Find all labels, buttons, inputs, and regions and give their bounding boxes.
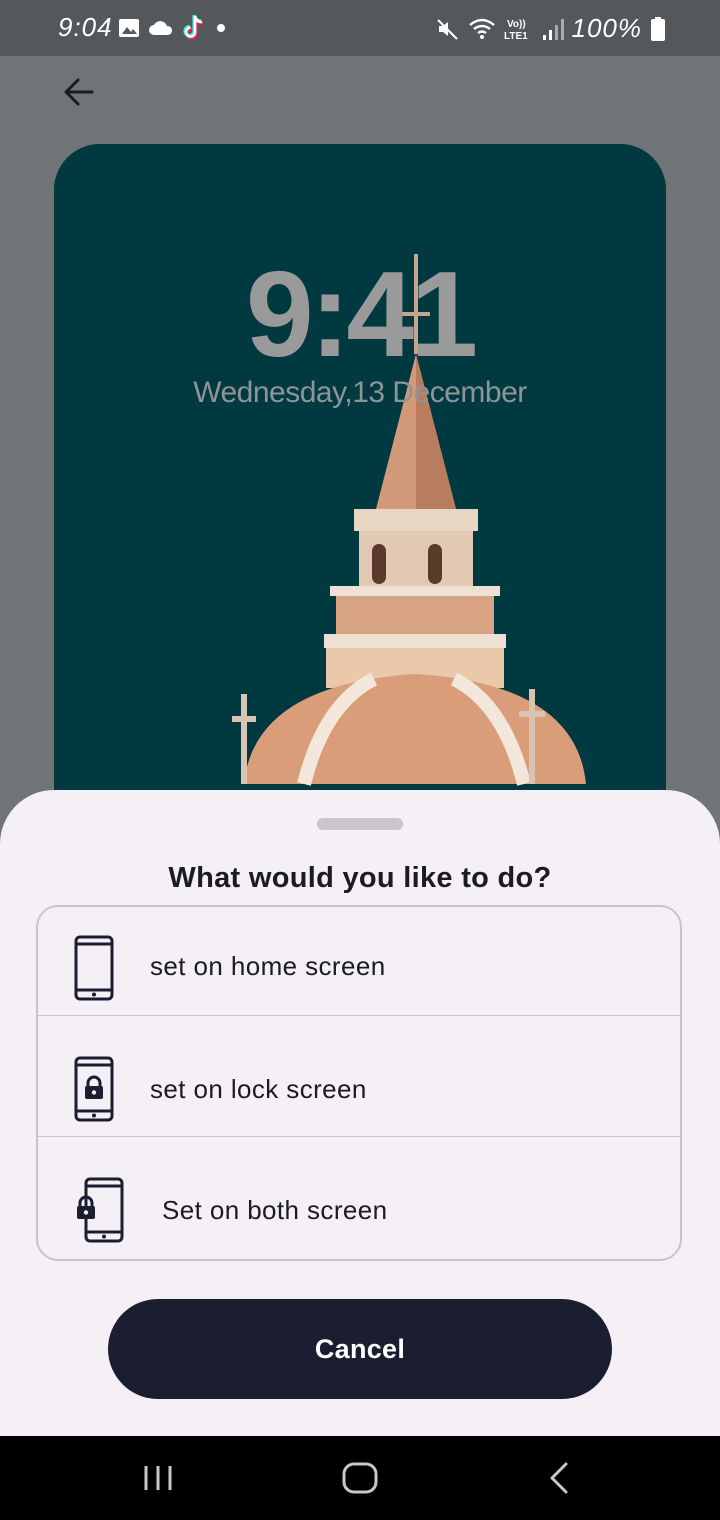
option-home-screen[interactable]: set on home screen: [38, 907, 680, 1015]
signal-icon: [542, 18, 564, 40]
back-button[interactable]: [58, 72, 102, 112]
option-label-home: set on home screen: [150, 951, 386, 981]
system-icons: Vo)) LTE1 100%: [436, 13, 667, 44]
status-bar: 9:04 Vo)) LTE1 100%: [0, 0, 720, 56]
status-time: 9:04: [58, 12, 113, 42]
options-list: set on home screen set on lock screen Se…: [36, 905, 682, 1261]
arrow-back-icon: [64, 78, 94, 106]
tiktok-icon: [183, 14, 204, 40]
phone-lock-icon: [74, 1056, 114, 1122]
option-label-lock: set on lock screen: [150, 1074, 367, 1104]
navigation-bar: [0, 1436, 720, 1520]
cancel-button[interactable]: Cancel: [108, 1299, 612, 1399]
phone-icon: [74, 935, 114, 1001]
gallery-icon: [119, 19, 139, 37]
sheet-title: What would you like to do?: [168, 862, 552, 894]
drag-handle[interactable]: [317, 818, 403, 830]
notification-icons: [118, 14, 228, 42]
wifi-icon: [468, 18, 495, 39]
option-label-both: Set on both screen: [162, 1195, 388, 1225]
battery-percentage: 100%: [571, 13, 642, 43]
volte-icon: Vo))LTE1: [504, 19, 528, 42]
recent-apps-icon[interactable]: [140, 1458, 176, 1498]
preview-date: Wednesday,13 December: [193, 376, 527, 409]
svg-text:LTE1: LTE1: [504, 31, 528, 42]
bottom-sheet: What would you like to do? set on home s…: [0, 790, 720, 1436]
mute-icon: [436, 18, 458, 40]
preview-clock: 9:41: [245, 246, 478, 382]
option-both-screens[interactable]: Set on both screen: [38, 1136, 680, 1259]
battery-icon: [651, 16, 665, 41]
home-icon[interactable]: [340, 1458, 380, 1498]
dot-icon: [217, 24, 225, 32]
nav-back-icon[interactable]: [544, 1458, 576, 1498]
option-lock-screen[interactable]: set on lock screen: [38, 1015, 680, 1137]
svg-text:Vo)): Vo)): [507, 19, 526, 30]
cloud-icon: [149, 21, 173, 35]
phone-both-icon: [77, 1177, 124, 1243]
